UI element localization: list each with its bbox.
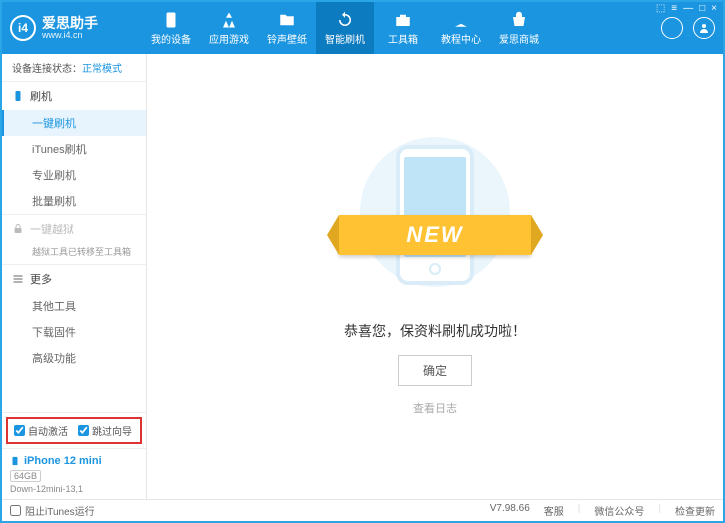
jailbreak-note: 越狱工具已转移至工具箱	[2, 243, 146, 264]
sidebar-item-advanced[interactable]: 高级功能	[2, 345, 146, 371]
nav-label: 教程中心	[441, 31, 481, 46]
auto-activate-check[interactable]: 自动激活	[14, 423, 68, 438]
maximize-icon[interactable]: □	[699, 3, 705, 14]
check-label: 跳过向导	[92, 423, 132, 438]
refresh-icon	[336, 11, 354, 29]
lock-icon	[12, 223, 24, 235]
sidebar: 设备连接状态：正常模式 刷机 一键刷机 iTunes刷机 专业刷机 批量刷机 一…	[2, 54, 147, 499]
checkbox[interactable]	[10, 505, 21, 516]
new-banner: NEW	[339, 215, 531, 255]
skin-icon[interactable]: ⬚	[656, 3, 665, 14]
status-bar: 阻止iTunes运行 V7.98.66 客服| 微信公众号| 检查更新	[2, 499, 723, 521]
user-button[interactable]	[693, 17, 715, 39]
checkbox[interactable]	[14, 425, 25, 436]
options-highlight: 自动激活 跳过向导	[6, 417, 142, 444]
phone-icon	[12, 90, 24, 102]
sidebar-item-oneclick[interactable]: 一键刷机	[2, 110, 146, 136]
wechat-link[interactable]: 微信公众号	[594, 503, 644, 518]
version-label: V7.98.66	[490, 503, 530, 518]
toolbox-icon	[394, 11, 412, 29]
app-url: www.i4.cn	[42, 30, 98, 41]
nav-store[interactable]: 爱思商城	[490, 2, 548, 54]
sidebar-item-firmware[interactable]: 下载固件	[2, 319, 146, 345]
service-link[interactable]: 客服	[544, 503, 564, 518]
success-illustration: NEW	[345, 137, 525, 307]
app-title: 爱思助手	[42, 16, 98, 30]
phone-icon	[10, 454, 20, 468]
logo[interactable]: i4 爱思助手 www.i4.cn	[10, 15, 130, 41]
sidebar-more-header[interactable]: 更多	[2, 265, 146, 293]
minimize-icon[interactable]: —	[683, 3, 693, 14]
nav-label: 智能刷机	[325, 31, 365, 46]
book-icon	[452, 11, 470, 29]
download-icon	[666, 22, 678, 34]
nav-label: 工具箱	[388, 31, 418, 46]
close-icon[interactable]: ×	[711, 3, 717, 14]
storage-badge: 64GB	[10, 470, 41, 482]
window-controls: ⬚ ≡ — □ ×	[656, 3, 717, 14]
skip-guide-check[interactable]: 跳过向导	[78, 423, 132, 438]
view-log-link[interactable]: 查看日志	[413, 400, 457, 416]
conn-label: 设备连接状态：	[12, 64, 82, 75]
sidebar-label: 一键越狱	[30, 221, 74, 237]
sidebar-item-batch[interactable]: 批量刷机	[2, 188, 146, 214]
folder-icon	[278, 11, 296, 29]
sidebar-jailbreak-header[interactable]: 一键越狱	[2, 215, 146, 243]
sidebar-item-pro[interactable]: 专业刷机	[2, 162, 146, 188]
block-itunes-check[interactable]: 阻止iTunes运行	[10, 503, 95, 518]
nav-label: 应用游戏	[209, 31, 249, 46]
store-icon	[510, 11, 528, 29]
user-icon	[698, 22, 710, 34]
nav-label: 铃声壁纸	[267, 31, 307, 46]
header: i4 爱思助手 www.i4.cn 我的设备 应用游戏 铃声壁纸 智能刷机 工具…	[2, 2, 723, 54]
update-link[interactable]: 检查更新	[675, 503, 715, 518]
sidebar-item-other[interactable]: 其他工具	[2, 293, 146, 319]
nav-toolbox[interactable]: 工具箱	[374, 2, 432, 54]
logo-icon: i4	[10, 15, 36, 41]
success-message: 恭喜您，保资料刷机成功啦！	[344, 321, 526, 341]
check-label: 自动激活	[28, 423, 68, 438]
device-name: iPhone 12 mini	[24, 455, 102, 467]
sidebar-item-itunes[interactable]: iTunes刷机	[2, 136, 146, 162]
apps-icon	[220, 11, 238, 29]
nav-my-device[interactable]: 我的设备	[142, 2, 200, 54]
check-label: 阻止iTunes运行	[25, 503, 95, 518]
conn-mode: 正常模式	[82, 64, 122, 75]
download-button[interactable]	[661, 17, 683, 39]
nav-flash[interactable]: 智能刷机	[316, 2, 374, 54]
checkbox[interactable]	[78, 425, 89, 436]
menu-icon[interactable]: ≡	[671, 3, 677, 14]
sidebar-label: 更多	[30, 271, 52, 287]
sidebar-flash-header[interactable]: 刷机	[2, 82, 146, 110]
phone-icon	[162, 11, 180, 29]
nav-ringtones[interactable]: 铃声壁纸	[258, 2, 316, 54]
sidebar-label: 刷机	[30, 88, 52, 104]
nav-tutorials[interactable]: 教程中心	[432, 2, 490, 54]
device-model: Down-12mini-13,1	[10, 484, 138, 494]
nav-label: 我的设备	[151, 31, 191, 46]
device-info[interactable]: iPhone 12 mini 64GB Down-12mini-13,1	[2, 448, 146, 499]
list-icon	[12, 273, 24, 285]
nav-apps[interactable]: 应用游戏	[200, 2, 258, 54]
connection-status: 设备连接状态：正常模式	[2, 54, 146, 82]
nav-label: 爱思商城	[499, 31, 539, 46]
ok-button[interactable]: 确定	[398, 355, 472, 386]
top-nav: 我的设备 应用游戏 铃声壁纸 智能刷机 工具箱 教程中心 爱思商城	[142, 2, 661, 54]
main-content: NEW 恭喜您，保资料刷机成功啦！ 确定 查看日志	[147, 54, 723, 499]
